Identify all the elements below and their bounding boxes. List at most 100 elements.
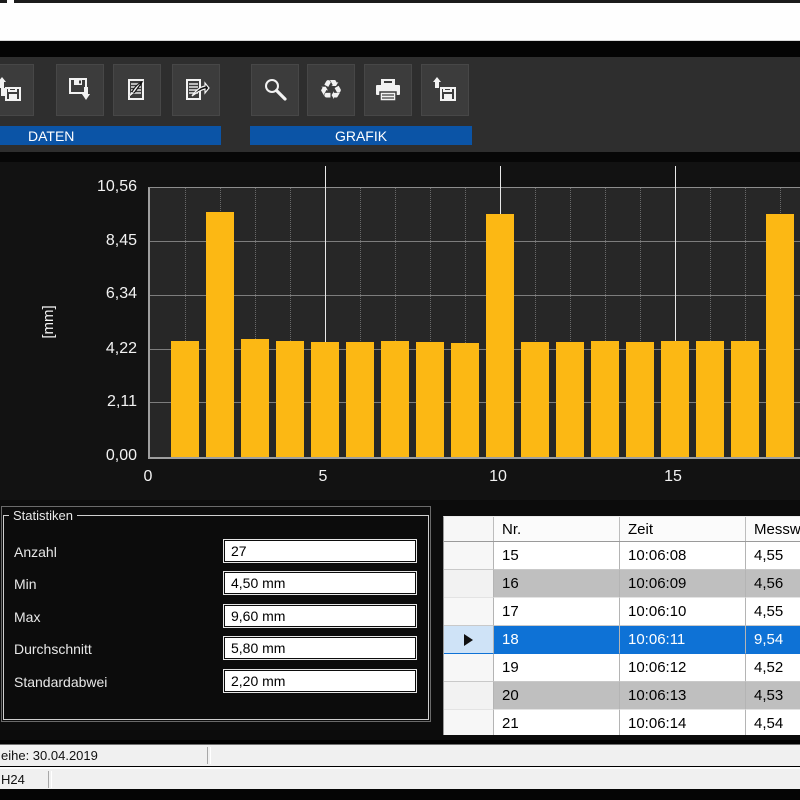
table-cell[interactable]: 4,55 <box>746 598 800 626</box>
chart-bar <box>381 341 409 457</box>
table-cell[interactable]: 10:06:14 <box>620 710 746 735</box>
table-cell[interactable]: 4,56 <box>746 570 800 598</box>
y-axis-tick-label: 2,11 <box>77 393 137 411</box>
table-cell[interactable]: 4,54 <box>746 710 800 735</box>
min-field-frame <box>223 571 417 595</box>
load-from-disk-icon <box>0 76 24 104</box>
table-cell[interactable]: 21 <box>494 710 620 735</box>
measurement-chart: [mm] 0,002,114,226,348,4510,56051015 <box>0 162 800 500</box>
table-cell[interactable]: 9,54 <box>746 626 800 654</box>
save-graphic-button[interactable] <box>421 64 469 116</box>
max-field[interactable] <box>225 606 415 626</box>
table-cell[interactable]: 4,52 <box>746 654 800 682</box>
column-header[interactable]: Messwert <box>746 517 800 541</box>
refresh-button[interactable]: ♻ <box>307 64 355 116</box>
table-header-row: Nr.ZeitMesswert <box>444 517 800 542</box>
x-axis-tick-label: 10 <box>483 468 513 486</box>
table-cell[interactable]: 10:06:11 <box>620 626 746 654</box>
chart-hgridline <box>150 295 800 296</box>
save-data-button[interactable] <box>56 64 104 116</box>
title-bar <box>0 3 800 41</box>
table-row[interactable]: 1710:06:104,55 <box>444 598 800 626</box>
row-selector-cell[interactable] <box>444 654 494 682</box>
row-selector-cell[interactable] <box>444 570 494 598</box>
chart-bar <box>731 341 759 457</box>
row-selector-cell[interactable] <box>444 682 494 710</box>
table-cell[interactable]: 10:06:10 <box>620 598 746 626</box>
table-cell[interactable]: 10:06:09 <box>620 570 746 598</box>
max-label: Max <box>14 609 40 625</box>
min-field[interactable] <box>225 573 415 593</box>
row-selector-header[interactable] <box>444 517 494 541</box>
statistics-groupbox: Statistiken Anzahl Min Max Durchschnitt <box>3 508 429 720</box>
anzahl-field[interactable] <box>225 541 415 561</box>
chart-bar <box>241 339 269 457</box>
current-row-arrow-icon <box>464 634 473 646</box>
export-data-button[interactable] <box>172 64 220 116</box>
standardabwei-label: Standardabwei <box>14 674 107 690</box>
y-axis-tick-label: 10,56 <box>77 178 137 196</box>
durchschnitt-field[interactable] <box>225 638 415 658</box>
row-selector-cell[interactable] <box>444 710 494 735</box>
table-cell[interactable]: 16 <box>494 570 620 598</box>
y-axis-tick-label: 4,22 <box>77 340 137 358</box>
durchschnitt-label: Durchschnitt <box>14 641 92 657</box>
chart-bar <box>661 341 689 457</box>
table-cell[interactable]: 10:06:13 <box>620 682 746 710</box>
table-row[interactable]: 1510:06:084,55 <box>444 542 800 570</box>
table-row[interactable]: 2110:06:144,54 <box>444 710 800 735</box>
table-cell[interactable]: 10:06:12 <box>620 654 746 682</box>
table-row[interactable]: 1910:06:124,52 <box>444 654 800 682</box>
chart-bar <box>486 214 514 457</box>
row-selector-cell[interactable] <box>444 598 494 626</box>
table-cell[interactable]: 17 <box>494 598 620 626</box>
x-axis-tick-label: 0 <box>133 468 163 486</box>
y-axis-tick-label: 6,34 <box>77 285 137 303</box>
statistics-title: Statistiken <box>9 508 77 523</box>
table-cell[interactable]: 18 <box>494 626 620 654</box>
group-label-grafik: GRAFIK <box>250 126 472 145</box>
row-selector-cell[interactable] <box>444 542 494 570</box>
chart-bar <box>766 214 794 457</box>
recycle-icon: ♻ <box>319 77 343 104</box>
print-button[interactable] <box>364 64 412 116</box>
load-data-button[interactable] <box>0 64 34 116</box>
column-header[interactable]: Zeit <box>620 517 746 541</box>
export-document-icon <box>182 76 210 104</box>
status-separator <box>207 747 211 764</box>
row-selector-cell[interactable] <box>444 626 494 654</box>
table-cell[interactable]: 20 <box>494 682 620 710</box>
durchschnitt-field-frame <box>223 636 417 660</box>
min-label: Min <box>14 576 37 592</box>
bottom-panel: Statistiken Anzahl Min Max Durchschnitt <box>0 500 800 740</box>
chart-bar <box>276 341 304 457</box>
import-document-icon <box>123 76 151 104</box>
table-row[interactable]: 1610:06:094,56 <box>444 570 800 598</box>
column-header[interactable]: Nr. <box>494 517 620 541</box>
table-cell[interactable]: 15 <box>494 542 620 570</box>
x-axis-tick-label: 15 <box>658 468 688 486</box>
standardabwei-field[interactable] <box>225 671 415 691</box>
chart-bar <box>591 341 619 457</box>
table-row[interactable]: 1810:06:119,54 <box>444 626 800 654</box>
chart-plot-area <box>148 187 800 459</box>
zoom-button[interactable] <box>251 64 299 116</box>
table-cell[interactable]: 19 <box>494 654 620 682</box>
measurement-table[interactable]: Nr.ZeitMesswert1510:06:084,551610:06:094… <box>443 516 800 735</box>
load-from-disk-icon <box>431 76 459 104</box>
table-cell[interactable]: 10:06:08 <box>620 542 746 570</box>
chart-bar <box>311 342 339 457</box>
table-cell[interactable]: 4,53 <box>746 682 800 710</box>
x-axis-tick-label: 5 <box>308 468 338 486</box>
chart-bar <box>346 342 374 457</box>
series-date-text: eihe: 30.04.2019 <box>1 748 98 763</box>
chart-bar <box>556 342 584 457</box>
table-row[interactable]: 2010:06:134,53 <box>444 682 800 710</box>
toolbar: ♻ <box>0 57 800 152</box>
import-data-button[interactable] <box>113 64 161 116</box>
anzahl-label: Anzahl <box>14 544 57 560</box>
device-text: H24 <box>1 772 25 787</box>
chart-bar <box>171 341 199 457</box>
table-cell[interactable]: 4,55 <box>746 542 800 570</box>
chart-bar <box>451 343 479 457</box>
